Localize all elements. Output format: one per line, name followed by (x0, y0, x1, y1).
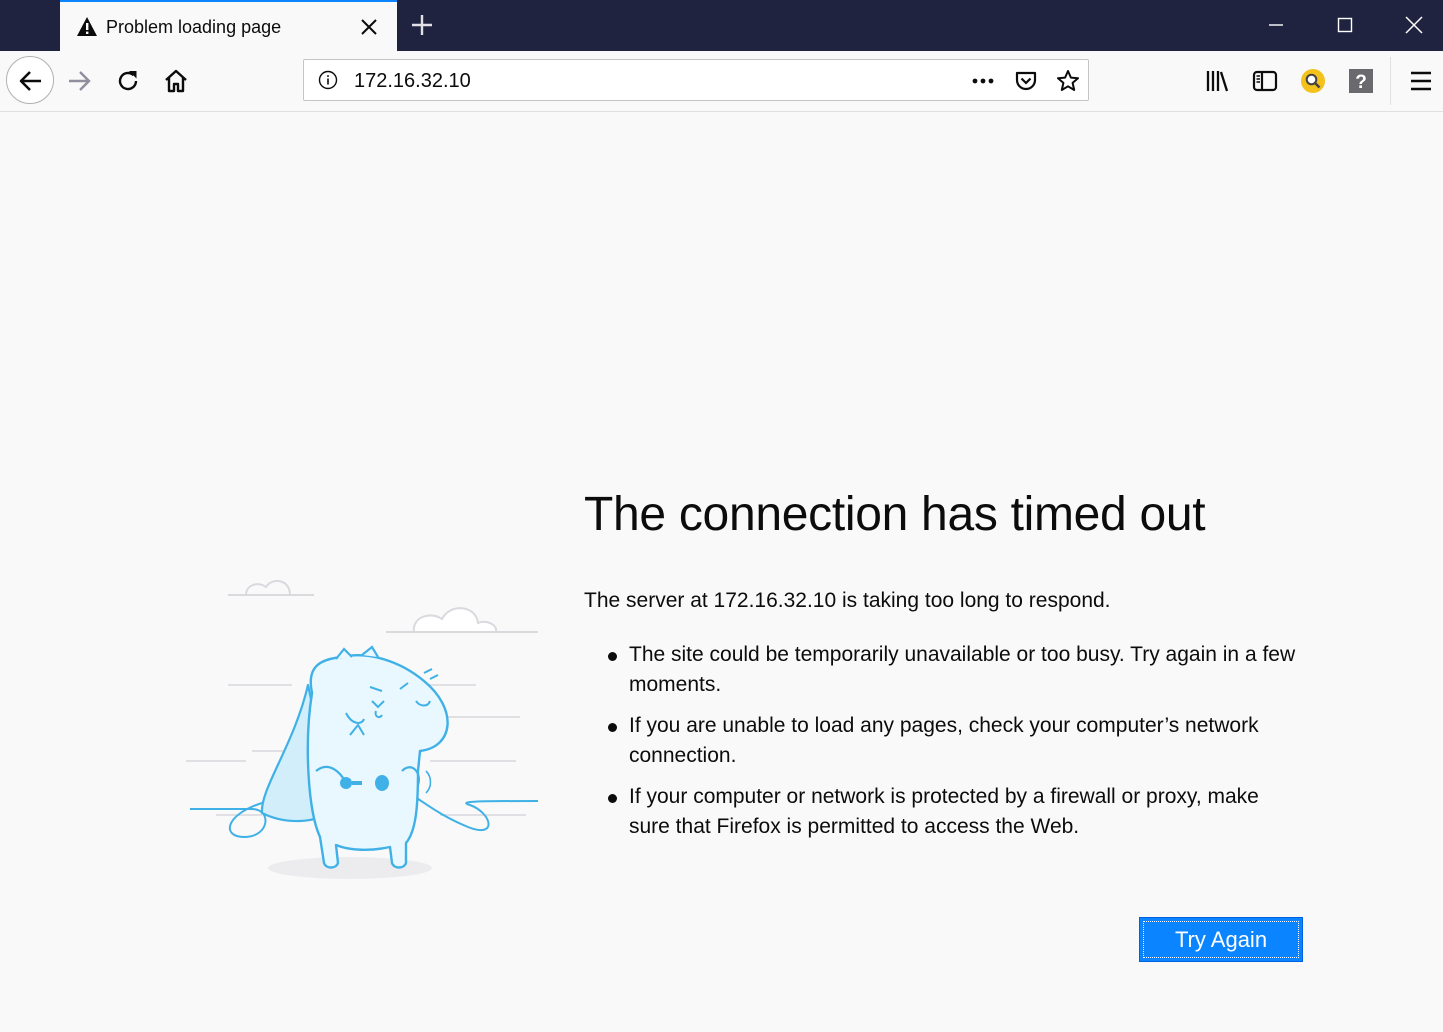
bullet-dot (608, 723, 617, 732)
extension-search-icon[interactable] (1300, 68, 1326, 94)
minimize-icon[interactable] (1265, 14, 1287, 36)
hamburger-menu-icon[interactable] (1408, 68, 1434, 94)
list-item: If you are unable to load any pages, che… (584, 711, 1304, 771)
svg-text:?: ? (1355, 72, 1367, 93)
timeout-dinosaur-illustration (186, 579, 539, 879)
error-suggestions-list: The site could be temporarily unavailabl… (584, 640, 1304, 853)
back-button[interactable] (6, 56, 54, 104)
error-title: The connection has timed out (584, 488, 1206, 541)
forward-icon[interactable] (66, 68, 92, 94)
tab-strip: Problem loading page (0, 0, 1443, 51)
list-item: The site could be temporarily unavailabl… (584, 640, 1304, 700)
bookmark-star-icon[interactable] (1056, 69, 1080, 93)
site-info-icon[interactable] (318, 70, 338, 90)
error-description: The server at 172.16.32.10 is taking too… (584, 589, 1111, 612)
try-again-button[interactable]: Try Again (1139, 917, 1303, 962)
reload-icon[interactable] (115, 68, 141, 94)
sidebar-icon[interactable] (1252, 68, 1278, 94)
page-actions-icon[interactable] (971, 69, 995, 93)
tab-close-icon[interactable] (360, 18, 378, 36)
toolbar-separator (1390, 57, 1391, 105)
url-bar[interactable] (303, 59, 1089, 101)
warning-icon (77, 17, 97, 36)
list-item: If your computer or network is protected… (584, 782, 1304, 842)
bullet-dot (608, 794, 617, 803)
pocket-icon[interactable] (1014, 69, 1038, 93)
tab-problem-loading[interactable]: Problem loading page (60, 0, 397, 51)
nav-toolbar: ? (0, 51, 1443, 112)
url-input[interactable] (354, 70, 954, 93)
maximize-icon[interactable] (1334, 14, 1356, 36)
tab-title: Problem loading page (106, 17, 282, 37)
help-extension-icon[interactable]: ? (1348, 68, 1374, 94)
library-icon[interactable] (1204, 68, 1230, 94)
bullet-dot (608, 652, 617, 661)
back-icon (19, 71, 41, 91)
close-icon[interactable] (1403, 14, 1425, 36)
home-icon[interactable] (163, 68, 189, 94)
new-tab-icon[interactable] (410, 13, 434, 37)
